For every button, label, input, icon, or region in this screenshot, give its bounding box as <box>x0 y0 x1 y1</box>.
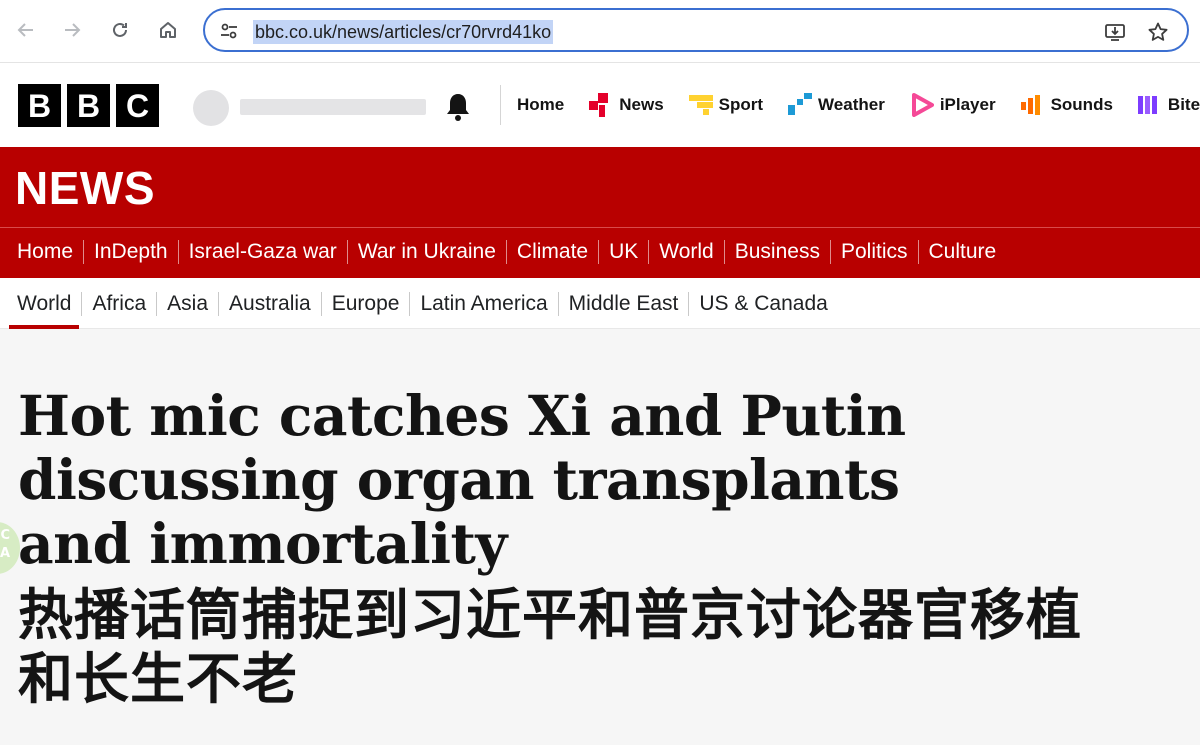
nav-separator <box>829 240 831 264</box>
news-icon <box>589 93 613 117</box>
nav-separator <box>156 292 158 316</box>
nav-separator <box>83 240 85 264</box>
topnav-home[interactable]: Home <box>517 95 564 115</box>
back-arrow-icon[interactable] <box>12 16 40 44</box>
bell-icon[interactable] <box>443 91 473 123</box>
nav-separator <box>598 240 600 264</box>
home-icon[interactable] <box>154 16 182 44</box>
topnav-sounds[interactable]: Sounds <box>1020 93 1113 117</box>
news-main-nav: Home InDepth Israel-Gaza war War in Ukra… <box>17 240 997 281</box>
site-settings-icon[interactable] <box>219 21 239 46</box>
article-headline-translation: 热播话筒捕捉到习近平和普京讨论器官移植和长生不老 <box>18 583 1083 711</box>
reload-icon[interactable] <box>106 16 134 44</box>
nav-separator <box>723 240 725 264</box>
forward-arrow-icon[interactable] <box>58 16 86 44</box>
browser-toolbar: bbc.co.uk/news/articles/cr70rvrd41ko <box>0 0 1200 63</box>
account-name-placeholder[interactable] <box>240 99 426 115</box>
nav-separator <box>81 292 83 316</box>
mainnav-indepth[interactable]: InDepth <box>94 240 168 264</box>
world-sub-nav-bar: World Africa Asia Australia Europe Latin… <box>0 278 1200 329</box>
topnav-label: News <box>619 95 664 114</box>
nav-separator <box>409 292 411 316</box>
subnav-africa[interactable]: Africa <box>92 292 146 316</box>
subnav-asia[interactable]: Asia <box>167 292 208 316</box>
masthead-divider <box>500 85 501 125</box>
mainnav-israel-gaza-war[interactable]: Israel-Gaza war <box>189 240 337 264</box>
subnav-world[interactable]: World <box>8 292 81 329</box>
url-text[interactable]: bbc.co.uk/news/articles/cr70rvrd41ko <box>253 20 554 44</box>
nav-separator <box>648 240 650 264</box>
nav-separator <box>346 240 348 264</box>
topnav-label: iPlayer <box>939 95 996 114</box>
article-headline: Hot mic catches Xi and Putin discussing … <box>18 383 906 576</box>
nav-separator <box>557 292 559 316</box>
bbc-logo-letter: B <box>67 84 110 127</box>
nav-separator <box>320 292 322 316</box>
nav-separator <box>218 292 220 316</box>
bbc-top-nav: Home News Sport Weather iPlayer Sounds B… <box>517 93 1200 117</box>
banner-divider <box>0 227 1200 228</box>
subnav-latin-america[interactable]: Latin America <box>420 292 547 316</box>
sounds-icon <box>1020 93 1045 117</box>
topnav-label: Sounds <box>1050 95 1113 114</box>
mainnav-politics[interactable]: Politics <box>841 240 908 264</box>
topnav-news[interactable]: News <box>589 93 664 117</box>
mainnav-home[interactable]: Home <box>17 240 73 264</box>
topnav-iplayer[interactable]: iPlayer <box>910 93 996 117</box>
mainnav-world[interactable]: World <box>649 240 725 281</box>
bbc-masthead: B B C Home News Sport Weather iPlayer So… <box>0 63 1200 147</box>
topnav-weather[interactable]: Weather <box>788 93 885 117</box>
nav-separator <box>917 240 919 264</box>
bbc-logo-letter: B <box>18 84 61 127</box>
bbc-logo[interactable]: B B C <box>18 84 159 127</box>
bookmark-star-icon[interactable] <box>1145 19 1171 45</box>
nav-separator <box>177 240 179 264</box>
subnav-us-canada[interactable]: US & Canada <box>699 292 827 316</box>
account-avatar[interactable] <box>193 90 229 126</box>
side-tab-letter: C <box>0 528 10 543</box>
mainnav-climate[interactable]: Climate <box>517 240 588 264</box>
nav-separator <box>505 240 507 264</box>
sport-icon <box>688 93 713 117</box>
topnav-sport[interactable]: Sport <box>688 93 764 117</box>
topnav-label: Home <box>517 95 565 114</box>
side-floating-tab[interactable]: C A <box>0 522 20 574</box>
iplayer-icon <box>910 93 934 117</box>
subnav-middle-east[interactable]: Middle East <box>569 292 679 316</box>
nav-separator <box>688 292 690 316</box>
subnav-australia[interactable]: Australia <box>229 292 311 316</box>
mainnav-business[interactable]: Business <box>735 240 820 264</box>
mainnav-war-in-ukraine[interactable]: War in Ukraine <box>358 240 496 264</box>
weather-icon <box>788 93 813 117</box>
side-tab-letter: A <box>0 546 10 561</box>
topnav-label: Sport <box>718 95 764 114</box>
bbc-logo-letter: C <box>116 84 159 127</box>
install-app-icon[interactable] <box>1102 19 1128 45</box>
world-sub-nav: World Africa Asia Australia Europe Latin… <box>8 292 828 329</box>
news-logo[interactable]: NEWS <box>15 161 155 215</box>
address-bar[interactable]: bbc.co.uk/news/articles/cr70rvrd41ko <box>203 8 1189 52</box>
bitesize-icon <box>1137 93 1162 117</box>
subnav-europe[interactable]: Europe <box>332 292 400 316</box>
topnav-bitesize[interactable]: Bitesize <box>1137 93 1200 117</box>
news-banner: NEWS Home InDepth Israel-Gaza war War in… <box>0 147 1200 281</box>
topnav-label: Bitesize <box>1167 95 1200 114</box>
mainnav-uk[interactable]: UK <box>609 240 638 264</box>
mainnav-culture[interactable]: Culture <box>929 240 997 264</box>
topnav-label: Weather <box>818 95 885 114</box>
